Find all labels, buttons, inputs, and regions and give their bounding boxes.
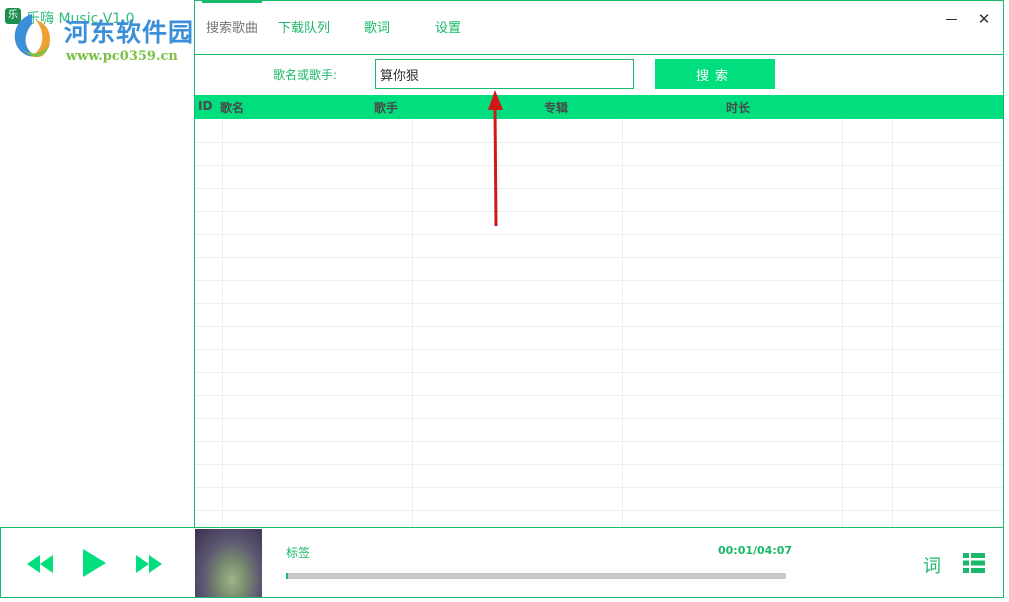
table-header: ID 歌名 歌手 专辑 时长: [195, 95, 1003, 119]
search-button[interactable]: 搜索: [655, 59, 775, 89]
grid-line: [222, 119, 223, 527]
grid-line: [195, 326, 1003, 327]
grid-line: [195, 142, 1003, 143]
grid-line: [892, 119, 893, 527]
grid-line: [195, 188, 1003, 189]
grid-line: [195, 510, 1003, 511]
column-header-artist[interactable]: 歌手: [374, 99, 398, 116]
grid-line: [195, 211, 1003, 212]
column-header-album[interactable]: 专辑: [544, 99, 568, 116]
play-icon[interactable]: [80, 549, 108, 577]
grid-line: [842, 119, 843, 527]
column-header-duration[interactable]: 时长: [726, 99, 750, 116]
watermark-text: 河东软件园: [64, 18, 195, 47]
grid-line: [195, 464, 1003, 465]
column-header-id[interactable]: ID: [198, 99, 212, 113]
watermark-logo: [14, 14, 51, 58]
grid-line: [195, 165, 1003, 166]
sidebar: [0, 0, 195, 527]
grid-line: [195, 280, 1003, 281]
grid-line: [622, 119, 623, 527]
grid-line: [195, 234, 1003, 235]
column-header-song[interactable]: 歌名: [220, 99, 244, 116]
annotation-arrow: [488, 90, 503, 227]
grid-line: [412, 119, 413, 527]
grid-line: [195, 372, 1003, 373]
album-art: [195, 529, 262, 597]
next-icon[interactable]: [136, 555, 162, 573]
grid-line: [195, 303, 1003, 304]
results-table: ID 歌名 歌手 专辑 时长: [195, 95, 1003, 527]
grid-line: [195, 487, 1003, 488]
progress-fill: [286, 573, 288, 579]
track-time: 00:01/04:07: [718, 544, 793, 557]
tab-search-songs[interactable]: 搜索歌曲: [206, 17, 258, 36]
divider: [195, 54, 1003, 55]
search-label: 歌名或歌手:: [273, 68, 338, 82]
grid-line: [195, 257, 1003, 258]
search-input[interactable]: [375, 59, 634, 89]
tab-settings[interactable]: 设置: [435, 17, 461, 36]
playlist-grid-icon[interactable]: [963, 553, 985, 573]
prev-icon[interactable]: [27, 555, 53, 573]
lyrics-button[interactable]: 词: [923, 552, 941, 578]
minimize-icon[interactable]: [940, 8, 962, 30]
grid-line: [195, 418, 1003, 419]
grid-line: [195, 349, 1003, 350]
divider: [0, 527, 1003, 528]
progress-bar[interactable]: [286, 573, 786, 579]
active-tab-indicator: [202, 0, 262, 3]
tab-lyrics[interactable]: 歌词: [364, 17, 390, 36]
track-title: 标签: [286, 546, 311, 560]
table-grid: [195, 119, 1003, 527]
grid-line: [195, 395, 1003, 396]
close-icon[interactable]: ✕: [973, 8, 995, 30]
tab-download-queue[interactable]: 下载队列: [278, 17, 330, 36]
watermark-url: www.pc0359.cn: [66, 49, 178, 64]
grid-line: [195, 441, 1003, 442]
